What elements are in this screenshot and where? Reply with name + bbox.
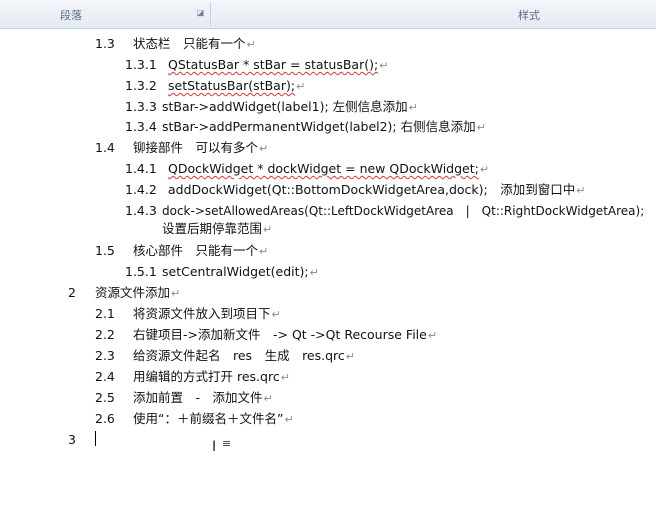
item-number: 1.3.1 (125, 57, 157, 72)
heading-number: 1.5 (95, 243, 115, 258)
item-number: 1.3.4 (125, 119, 157, 134)
heading-text: 将资源文件放入到项目下↵ (133, 306, 281, 321)
heading-text: 使用“：＋前缀名＋文件名”↵ (133, 411, 294, 426)
text-caret (95, 431, 96, 446)
heading-number: 2.5 (95, 390, 115, 405)
heading-number: 2.6 (95, 411, 115, 426)
code-line: dock->setAllowedAreas(Qt::LeftDockWidget… (162, 204, 645, 218)
ribbon-divider (210, 2, 211, 26)
heading-text: 右键项目->添加新文件 -> Qt ->Qt Recourse File↵ (133, 327, 438, 342)
chapter-number: 2 (68, 285, 76, 300)
code-line-continued: 设置后期停靠范围↵ (162, 221, 273, 236)
heading-text: 核心部件 只能有一个↵ (133, 243, 269, 258)
item-number: 1.3.3 (125, 99, 157, 114)
chapter-text: 资源文件添加↵ (95, 285, 181, 300)
code-line: setStatusBar(stBar);↵ (168, 78, 306, 93)
heading-text: 状态栏 只能有一个↵ (133, 36, 256, 51)
heading-number: 2.2 (95, 327, 115, 342)
heading-text: 添加前置 - 添加文件↵ (133, 390, 273, 405)
heading-text: 用编辑的方式打开 res.qrc↵ (133, 369, 290, 384)
code-line: setCentralWidget(edit);↵ (162, 264, 319, 279)
heading-number: 1.3 (95, 36, 115, 51)
item-number: 1.4.2 (125, 182, 157, 197)
heading-text: 铆接部件 可以有多个↵ (133, 140, 269, 155)
item-number: 1.4.3 (125, 203, 157, 218)
code-line: stBar->addPermanentWidget(label2); 右侧信息添… (162, 119, 486, 134)
styles-group-label: 样式 (518, 9, 540, 22)
paragraph-group-label: 段落 (60, 9, 82, 22)
item-number: 1.5.1 (125, 264, 157, 279)
code-line: stBar->addWidget(label1); 左侧信息添加↵ (162, 99, 418, 114)
dialog-launcher-icon[interactable]: ◪ (196, 8, 205, 17)
code-line: QStatusBar * stBar = statusBar();↵ (168, 57, 389, 72)
chapter-number: 3 (68, 432, 76, 447)
paragraph-format-icon: ≡ (222, 437, 232, 450)
heading-number: 1.4 (95, 140, 115, 155)
heading-number: 2.3 (95, 348, 115, 363)
ibeam-cursor-icon: I (212, 439, 217, 455)
code-line: QDockWidget * dockWidget = new QDockWidg… (168, 161, 490, 176)
heading-text: 给资源文件起名 res 生成 res.qrc↵ (133, 348, 355, 363)
item-number: 1.3.2 (125, 78, 157, 93)
document-page[interactable]: 1.3 状态栏 只能有一个↵ 1.3.1 QStatusBar * stBar … (0, 29, 656, 511)
item-number: 1.4.1 (125, 161, 157, 176)
ribbon-bar: 段落 ◪ 样式 (0, 0, 656, 29)
code-line: addDockWidget(Qt::BottomDockWidgetArea,d… (168, 182, 586, 197)
heading-number: 2.1 (95, 306, 115, 321)
heading-number: 2.4 (95, 369, 115, 384)
